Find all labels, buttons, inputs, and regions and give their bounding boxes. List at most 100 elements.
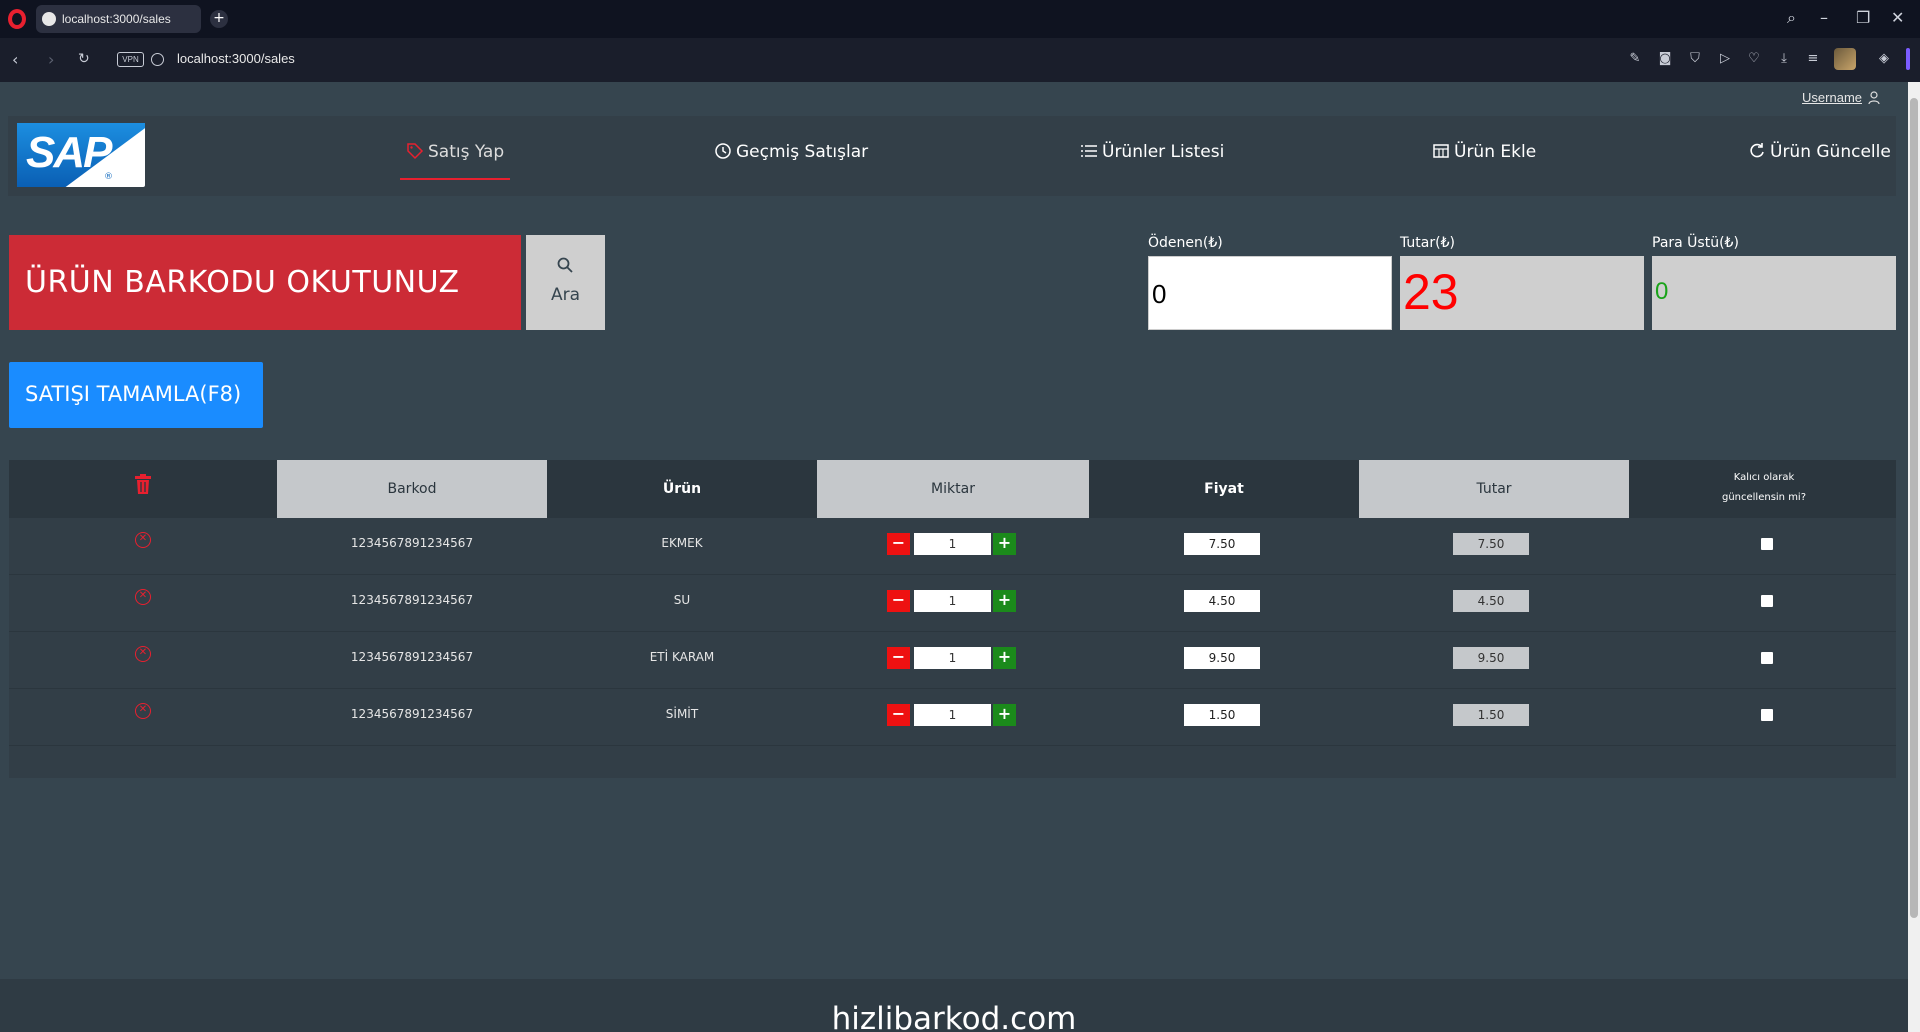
quantity-input[interactable]: 1 <box>914 533 991 555</box>
remove-row-icon[interactable]: ✕ <box>135 646 151 662</box>
nav-label: Ürün Ekle <box>1454 142 1537 162</box>
total-value: 23 <box>1403 264 1459 320</box>
user-icon[interactable] <box>1868 91 1880 105</box>
menu-icon[interactable]: ≡ <box>1805 51 1821 67</box>
table-icon <box>1433 144 1449 158</box>
download-icon[interactable]: ⤓ <box>1776 51 1792 67</box>
table-header: Barkod Ürün Miktar Fiyat Tutar Kalıcı ol… <box>9 460 1896 518</box>
increase-quantity-button[interactable]: + <box>993 533 1016 555</box>
price-input[interactable]: 9.50 <box>1184 647 1260 669</box>
browser-tabbar: localhost:3000/sales + ⌕ – ❐ ✕ <box>0 0 1920 38</box>
paid-input[interactable]: 0 <box>1148 256 1392 330</box>
persist-checkbox[interactable] <box>1761 709 1773 721</box>
price-input[interactable]: 7.50 <box>1184 533 1260 555</box>
globe-icon <box>42 12 56 26</box>
new-tab-button[interactable]: + <box>210 10 228 28</box>
increase-quantity-button[interactable]: + <box>993 590 1016 612</box>
quantity-input[interactable]: 1 <box>914 704 991 726</box>
address-bar: ‹ › ↻ VPN localhost:3000/sales ✎ ◙ ⛉ ▷ ♡… <box>0 38 1920 82</box>
decrease-quantity-button[interactable]: − <box>887 647 910 669</box>
persist-checkbox[interactable] <box>1761 595 1773 607</box>
app-root: Username SAP ® Satış Yap Geçmiş Satışlar… <box>0 82 1908 1032</box>
remove-row-icon[interactable]: ✕ <box>135 703 151 719</box>
heart-icon[interactable]: ♡ <box>1746 51 1762 67</box>
complete-sale-button[interactable]: SATIŞI TAMAMLA(F8) <box>9 362 263 428</box>
header-persist-line2: güncellensin mi? <box>1721 492 1807 503</box>
vpn-badge[interactable]: VPN <box>117 52 144 67</box>
cell-product: SİMİT <box>665 707 699 721</box>
decrease-quantity-button[interactable]: − <box>887 533 910 555</box>
search-tabs-icon[interactable]: ⌕ <box>1787 8 1796 28</box>
refresh-icon <box>1750 143 1764 158</box>
quantity-input[interactable]: 1 <box>914 647 991 669</box>
row-total: 7.50 <box>1453 533 1529 555</box>
nav-label: Ürünler Listesi <box>1102 142 1225 162</box>
remove-row-icon[interactable]: ✕ <box>135 532 151 548</box>
scrollbar-thumb[interactable] <box>1910 98 1918 918</box>
nav-item-urun-guncelle[interactable]: Ürün Güncelle <box>1748 142 1891 172</box>
nav-item-satis-yap[interactable]: Satış Yap <box>399 142 511 180</box>
nav-label: Geçmiş Satışlar <box>736 142 869 162</box>
barcode-prompt[interactable]: ÜRÜN BARKODU OKUTUNUZ <box>9 235 521 330</box>
logo-text: SAP <box>26 128 112 177</box>
minimize-button[interactable]: – <box>1820 8 1828 27</box>
tab-title: localhost:3000/sales <box>62 12 171 26</box>
row-total: 4.50 <box>1453 590 1529 612</box>
site-info-icon[interactable] <box>151 53 164 66</box>
opera-logo-icon[interactable] <box>8 9 26 29</box>
change-display: 0 <box>1652 256 1896 330</box>
camera-icon[interactable]: ◙ <box>1657 51 1673 67</box>
username-link[interactable]: Username <box>1802 90 1862 105</box>
decrease-quantity-button[interactable]: − <box>887 590 910 612</box>
quantity-input[interactable]: 1 <box>914 590 991 612</box>
decrease-quantity-button[interactable]: − <box>887 704 910 726</box>
header-product: Ürün <box>662 481 702 497</box>
close-window-button[interactable]: ✕ <box>1891 8 1904 27</box>
nav-item-gecmis-satislar[interactable]: Geçmiş Satışlar <box>714 142 868 172</box>
table-row: ✕ 1234567891234567 SİMİT − 1 + 1.50 1.50 <box>9 689 1896 746</box>
persist-checkbox[interactable] <box>1761 538 1773 550</box>
increase-quantity-button[interactable]: + <box>993 704 1016 726</box>
forward-icon[interactable]: › <box>48 50 54 69</box>
increase-quantity-button[interactable]: + <box>993 647 1016 669</box>
search-button-label: Ara <box>550 285 581 305</box>
edit-icon[interactable]: ✎ <box>1627 51 1643 67</box>
reload-icon[interactable]: ↻ <box>78 51 90 67</box>
cell-product: EKMEK <box>661 536 703 550</box>
cell-product: SU <box>673 593 691 607</box>
logo-registered-mark: ® <box>104 172 113 182</box>
price-input[interactable]: 1.50 <box>1184 704 1260 726</box>
page-scrollbar[interactable] <box>1908 82 1920 1032</box>
url-field[interactable]: localhost:3000/sales <box>177 51 295 66</box>
complete-sale-label: SATIŞI TAMAMLA(F8) <box>25 382 242 406</box>
sidebar-accent <box>1906 48 1910 70</box>
footer: hizlibarkod.com <box>0 979 1908 1032</box>
cell-product: ETİ KARAM <box>649 650 715 664</box>
profile-avatar[interactable] <box>1834 48 1856 70</box>
persist-checkbox[interactable] <box>1761 652 1773 664</box>
table-row: ✕ 1234567891234567 ETİ KARAM − 1 + 9.50 … <box>9 632 1896 689</box>
nav-label: Satış Yap <box>428 142 505 162</box>
back-icon[interactable]: ‹ <box>12 50 18 69</box>
table-row: ✕ 1234567891234567 SU − 1 + 4.50 4.50 <box>9 575 1896 632</box>
search-button[interactable]: Ara <box>526 235 605 330</box>
restore-button[interactable]: ❐ <box>1856 8 1870 27</box>
browser-tab[interactable]: localhost:3000/sales <box>36 5 201 33</box>
price-input[interactable]: 4.50 <box>1184 590 1260 612</box>
trash-icon[interactable] <box>132 473 154 495</box>
footer-text[interactable]: hizlibarkod.com <box>0 1001 1908 1032</box>
cell-barcode: 1234567891234567 <box>350 593 474 607</box>
header-price: Fiyat <box>1204 481 1244 497</box>
change-label: Para Üstü(₺) <box>1652 235 1739 251</box>
player-icon[interactable]: ▷ <box>1717 51 1733 67</box>
table-row: ✕ 1234567891234567 EKMEK − 1 + 7.50 7.50 <box>9 518 1896 575</box>
cube-icon[interactable]: ◈ <box>1876 51 1892 67</box>
nav-item-urunler-listesi[interactable]: Ürünler Listesi <box>1080 142 1224 172</box>
sales-table: Barkod Ürün Miktar Fiyat Tutar Kalıcı ol… <box>9 460 1896 778</box>
nav-item-urun-ekle[interactable]: Ürün Ekle <box>1432 142 1536 172</box>
remove-row-icon[interactable]: ✕ <box>135 589 151 605</box>
shield-icon[interactable]: ⛉ <box>1687 51 1703 67</box>
row-total: 1.50 <box>1453 704 1529 726</box>
tag-icon <box>407 143 424 160</box>
history-icon <box>715 143 731 159</box>
